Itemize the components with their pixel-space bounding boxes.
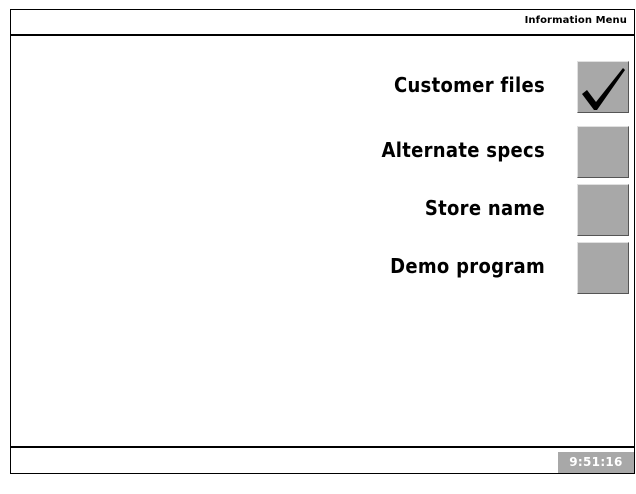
store-name-checkbox[interactable] [577, 184, 629, 236]
checkmark-icon [582, 68, 625, 110]
customer-files-checkbox[interactable] [577, 61, 629, 113]
demo-program-checkbox[interactable] [577, 242, 629, 294]
option-label: Customer files [393, 73, 545, 97]
option-label: Store name [424, 196, 545, 220]
option-label: Demo program [390, 254, 545, 278]
alternate-specs-checkbox[interactable] [577, 126, 629, 178]
window-frame: Information Menu Customer files Alternat… [10, 9, 635, 490]
window-title: Information Menu [524, 15, 627, 26]
title-bar: Information Menu [11, 10, 634, 36]
status-bar: 9:51:16 AM [11, 446, 634, 490]
clock: 9:51:16 AM [558, 452, 634, 490]
option-label: Alternate specs [381, 138, 545, 162]
